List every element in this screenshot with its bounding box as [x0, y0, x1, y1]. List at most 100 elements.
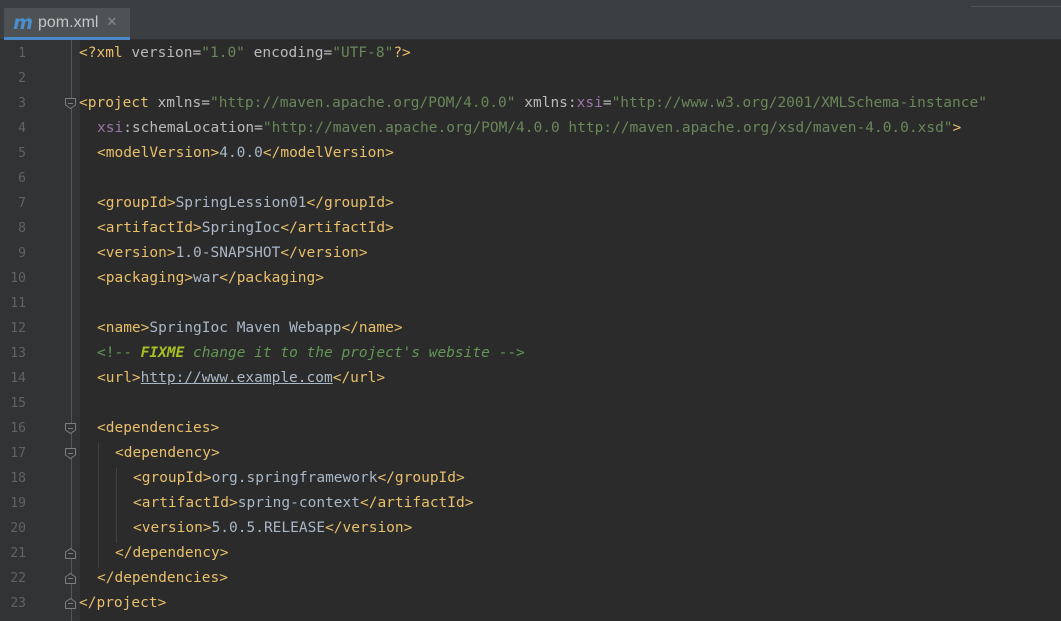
code-line[interactable]: 15 — [0, 391, 1061, 416]
code-text[interactable]: <!-- FIXME change it to the project's we… — [97, 341, 525, 366]
line-number[interactable]: 1 — [0, 41, 26, 66]
code-text[interactable]: <dependencies> — [97, 416, 219, 441]
code-line[interactable]: 7 <groupId>SpringLession01</groupId> — [0, 191, 1061, 216]
code-text[interactable]: <modelVersion>4.0.0</modelVersion> — [97, 141, 394, 166]
line-number[interactable]: 18 — [0, 466, 26, 491]
maven-m-icon: m — [13, 11, 33, 34]
code-line[interactable]: 2 — [0, 66, 1061, 91]
code-text[interactable]: <packaging>war</packaging> — [97, 266, 324, 291]
line-number[interactable]: 8 — [0, 216, 26, 241]
code-line[interactable]: 14 <url>http://www.example.com</url> — [0, 366, 1061, 391]
token-attr: version — [131, 45, 193, 61]
token-text: SpringLession01 — [175, 195, 307, 211]
fold-end-icon[interactable] — [64, 597, 77, 610]
line-number[interactable]: 20 — [0, 516, 26, 541]
token-tag: <modelVersion> — [97, 145, 220, 161]
fold-end-icon[interactable] — [64, 572, 77, 585]
code-line[interactable]: 1 <?xml version="1.0" encoding="UTF-8"?> — [0, 41, 1061, 66]
code-line[interactable]: 11 — [0, 291, 1061, 316]
line-number[interactable]: 14 — [0, 366, 26, 391]
code-line[interactable]: 22 </dependencies> — [0, 566, 1061, 591]
code-line[interactable]: 3 <project xmlns="http://maven.apache.org… — [0, 91, 1061, 116]
token-tag: xml — [96, 45, 123, 61]
token-attr: = — [602, 95, 612, 111]
line-number[interactable]: 7 — [0, 191, 26, 216]
token-cdelim: --> — [498, 345, 525, 361]
line-number[interactable]: 3 — [0, 91, 26, 116]
token-val: "http://maven.apache.org/POM/4.0.0" — [209, 95, 516, 111]
line-number[interactable]: 11 — [0, 291, 26, 316]
code-text[interactable]: <groupId>org.springframework</groupId> — [133, 466, 465, 491]
fold-collapse-icon[interactable] — [64, 97, 77, 110]
line-number[interactable]: 22 — [0, 566, 26, 591]
code-line[interactable]: 12 <name>SpringIoc Maven Webapp</name> — [0, 316, 1061, 341]
code-line[interactable]: 18 <groupId>org.springframework</groupId> — [0, 466, 1061, 491]
code-line[interactable]: 6 — [0, 166, 1061, 191]
code-line[interactable]: 17 <dependency> — [0, 441, 1061, 466]
code-line[interactable]: 9 <version>1.0-SNAPSHOT</version> — [0, 241, 1061, 266]
token-tag: <version> — [97, 245, 176, 261]
code-editor[interactable]: 1 <?xml version="1.0" encoding="UTF-8"?> 2… — [0, 41, 1061, 616]
token-tag: </dependency> — [115, 545, 229, 561]
close-icon[interactable]: ✕ — [106, 15, 117, 30]
token-text: SpringIoc Maven Webapp — [149, 320, 342, 336]
fold-end-icon[interactable] — [64, 547, 77, 560]
line-number[interactable]: 12 — [0, 316, 26, 341]
line-number[interactable]: 17 — [0, 441, 26, 466]
token-ns: xsi — [576, 95, 603, 111]
code-text[interactable]: <dependency> — [115, 441, 220, 466]
line-number[interactable]: 15 — [0, 391, 26, 416]
line-number[interactable]: 5 — [0, 141, 26, 166]
code-text[interactable]: <artifactId>SpringIoc</artifactId> — [97, 216, 394, 241]
code-line[interactable]: 5 <modelVersion>4.0.0</modelVersion> — [0, 141, 1061, 166]
token-tag: </artifactId> — [359, 495, 474, 511]
code-text[interactable]: </dependency> — [115, 541, 229, 566]
code-text[interactable]: </project> — [79, 591, 166, 616]
fold-collapse-icon[interactable] — [64, 447, 77, 460]
code-line[interactable]: 20 <version>5.0.5.RELEASE</version> — [0, 516, 1061, 541]
code-line[interactable]: 16 <dependencies> — [0, 416, 1061, 441]
line-number[interactable]: 13 — [0, 341, 26, 366]
line-number[interactable]: 23 — [0, 591, 26, 616]
line-number[interactable]: 2 — [0, 66, 26, 91]
tab-title: pom.xml — [38, 13, 99, 31]
code-text[interactable]: <name>SpringIoc Maven Webapp</name> — [97, 316, 403, 341]
code-line[interactable]: 19 <artifactId>spring-context</artifactId… — [0, 491, 1061, 516]
code-text[interactable]: <version>1.0-SNAPSHOT</version> — [97, 241, 368, 266]
code-text[interactable]: <groupId>SpringLession01</groupId> — [97, 191, 394, 216]
line-number[interactable]: 19 — [0, 491, 26, 516]
token-tag: </groupId> — [306, 195, 394, 211]
code-text[interactable]: <artifactId>spring-context</artifactId> — [133, 491, 473, 516]
token-tag: </artifactId> — [280, 220, 394, 236]
code-text[interactable]: <?xml version="1.0" encoding="UTF-8"?> — [79, 41, 411, 66]
token-text: 5.0.5.RELEASE — [211, 520, 326, 536]
code-line[interactable]: 21 </dependency> — [0, 541, 1061, 566]
code-text[interactable]: <version>5.0.5.RELEASE</version> — [133, 516, 412, 541]
fold-collapse-icon[interactable] — [64, 422, 77, 435]
token-comment — [132, 345, 141, 361]
token-url[interactable]: http://www.example.com — [141, 370, 333, 386]
line-number[interactable]: 16 — [0, 416, 26, 441]
line-number[interactable]: 6 — [0, 166, 26, 191]
token-tag: </dependencies> — [97, 570, 228, 586]
token-tag: <artifactId> — [97, 220, 202, 236]
code-line[interactable]: 23 </project> — [0, 591, 1061, 616]
line-number[interactable]: 21 — [0, 541, 26, 566]
token-attr: encoding — [253, 45, 324, 61]
line-number[interactable]: 10 — [0, 266, 26, 291]
code-line[interactable]: 13 <!-- FIXME change it to the project's … — [0, 341, 1061, 366]
line-number[interactable]: 4 — [0, 116, 26, 141]
code-text[interactable]: <project xmlns="http://maven.apache.org/… — [79, 91, 987, 116]
tab-pom-xml[interactable]: m pom.xml ✕ — [4, 8, 130, 40]
token-text: SpringIoc — [201, 220, 281, 236]
code-text[interactable]: xsi:schemaLocation="http://maven.apache.… — [97, 116, 961, 141]
code-text[interactable]: </dependencies> — [97, 566, 228, 591]
code-line[interactable]: 4 xsi:schemaLocation="http://maven.apache… — [0, 116, 1061, 141]
code-line[interactable]: 10 <packaging>war</packaging> — [0, 266, 1061, 291]
token-punct: ?> — [393, 45, 411, 61]
line-number[interactable]: 9 — [0, 241, 26, 266]
code-text[interactable]: <url>http://www.example.com</url> — [97, 366, 385, 391]
code-line[interactable]: 8 <artifactId>SpringIoc</artifactId> — [0, 216, 1061, 241]
